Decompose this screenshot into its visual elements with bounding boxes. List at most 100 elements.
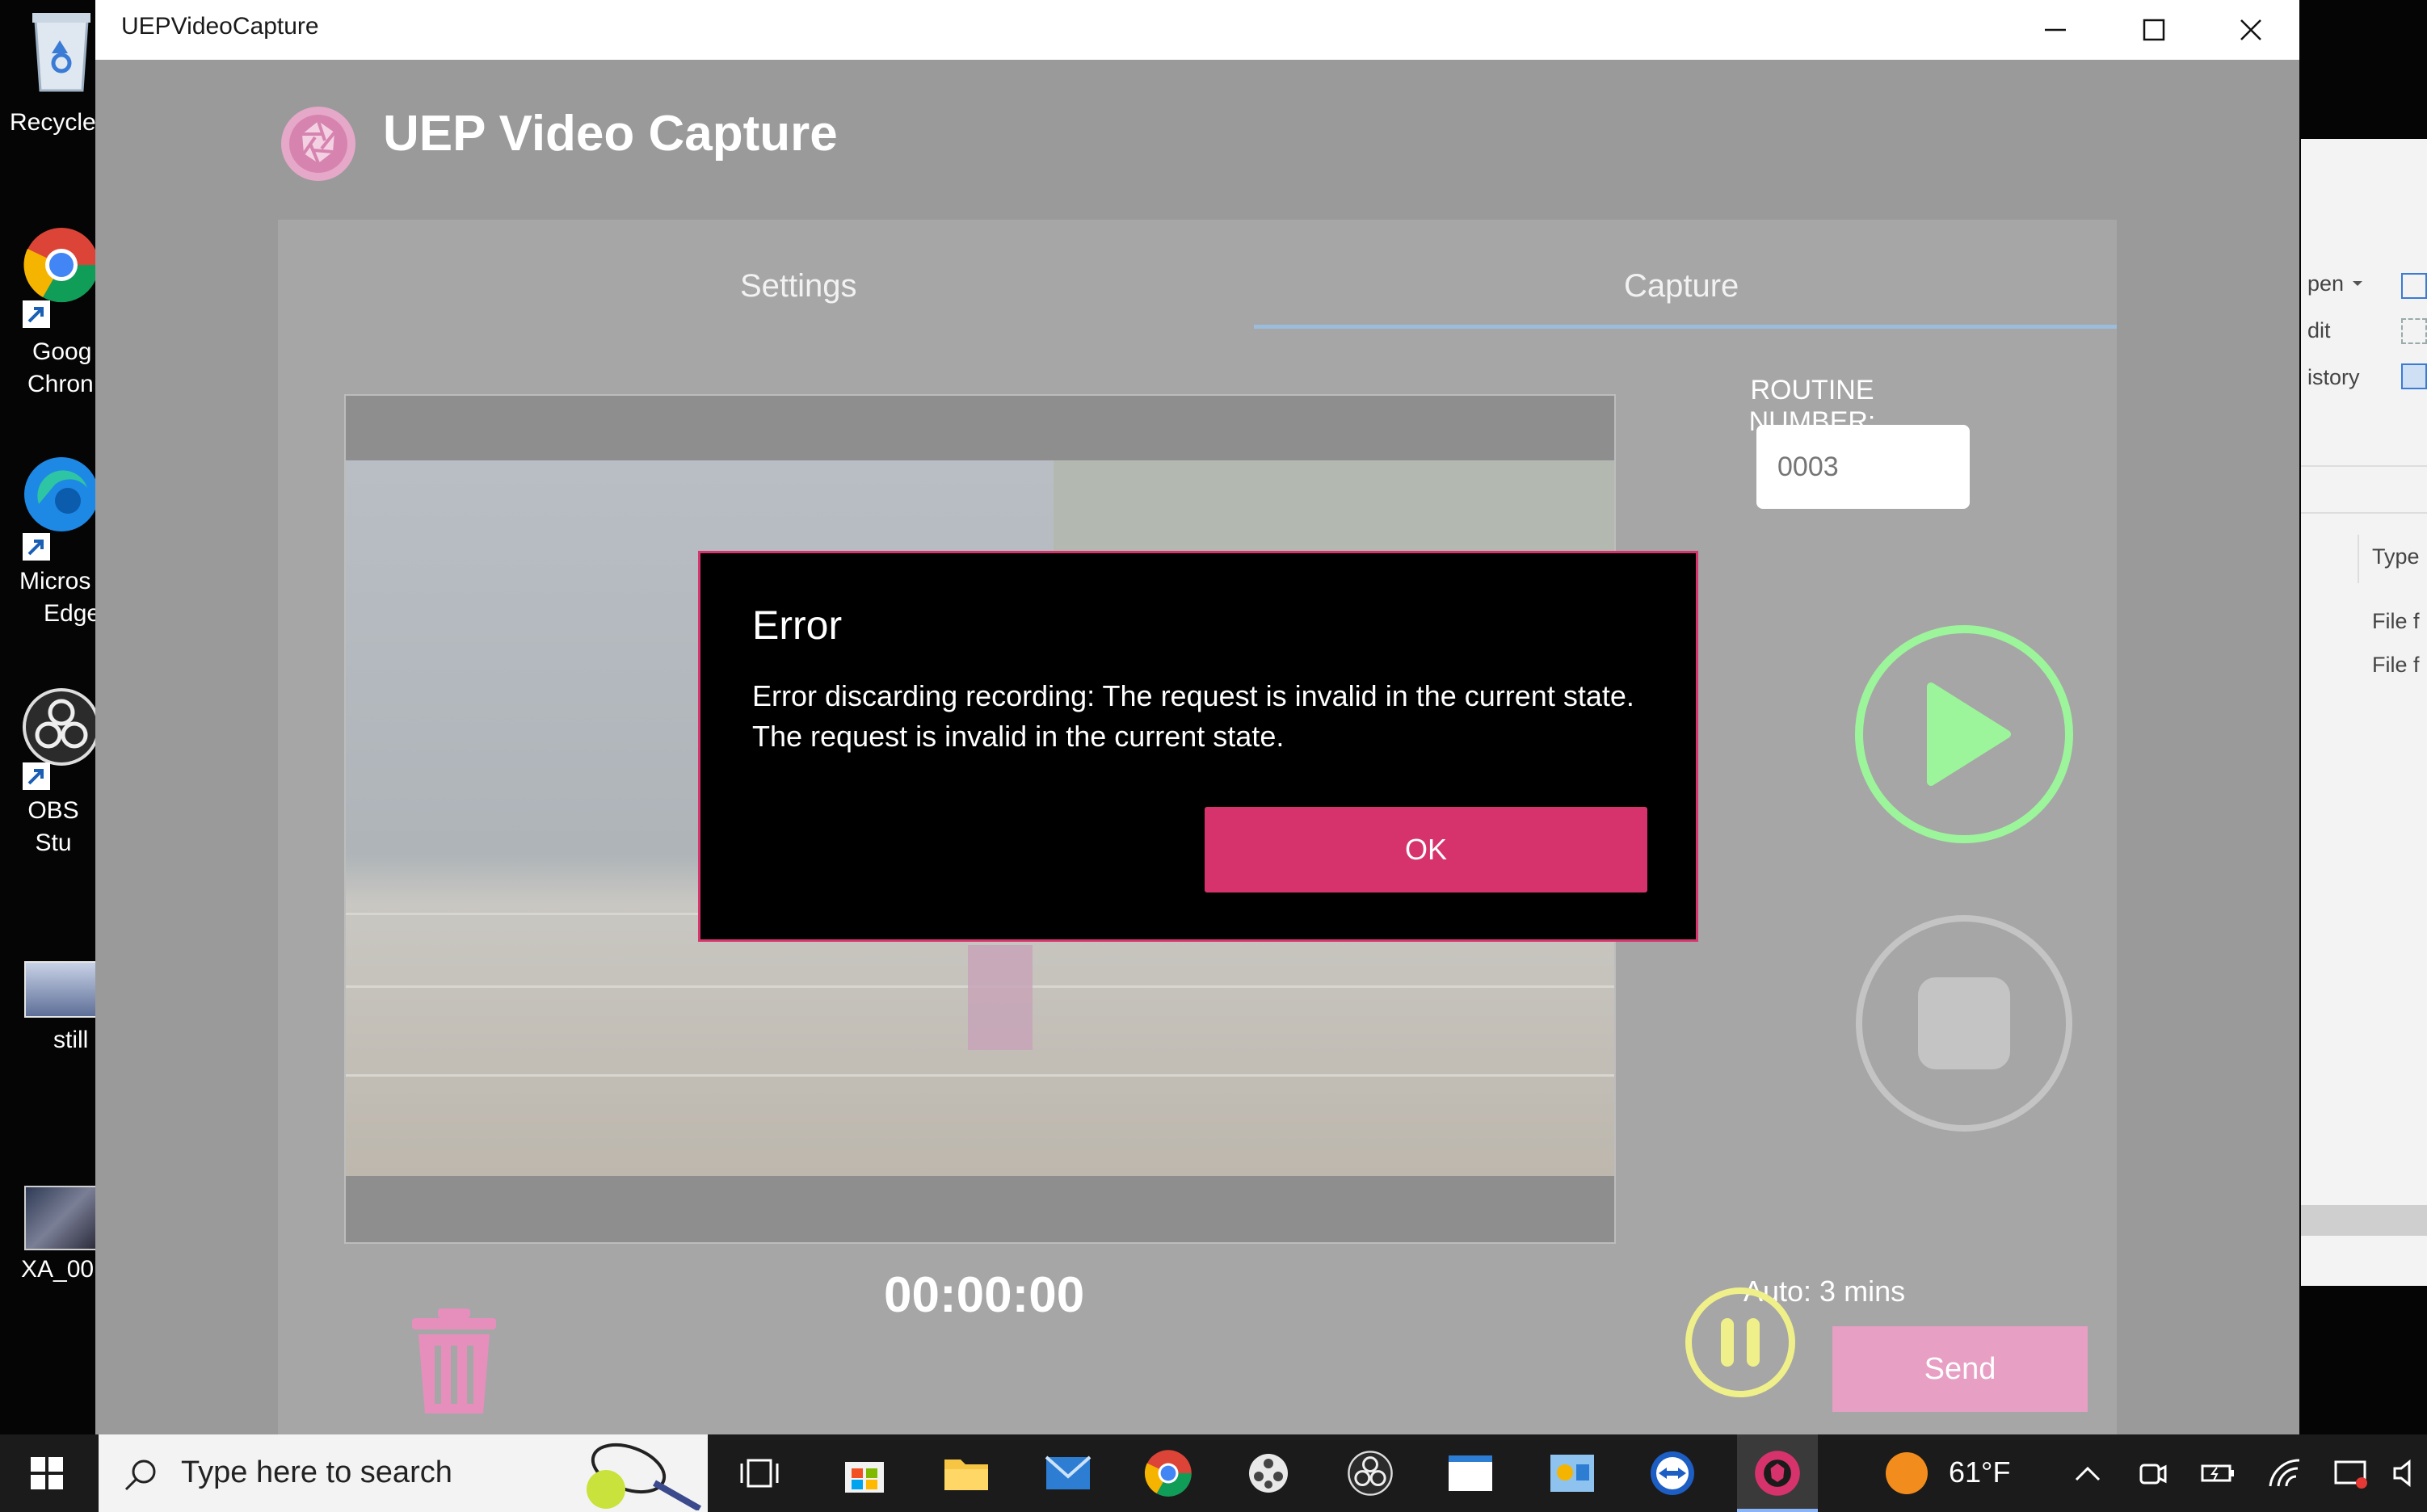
taskbar-control-panel[interactable]: [1540, 1441, 1605, 1506]
sun-icon: [1886, 1452, 1928, 1494]
taskbar-mail[interactable]: [1036, 1441, 1100, 1506]
stop-icon: [1918, 977, 2010, 1069]
minimize-button[interactable]: [2007, 0, 2104, 60]
close-button[interactable]: [2202, 0, 2299, 60]
desktop-icon-recycle-bin[interactable]: Recycle: [0, 0, 97, 145]
desktop-icon-obs[interactable]: OBS Stu: [0, 688, 100, 856]
taskbar-video-editor[interactable]: [1236, 1441, 1301, 1506]
play-button[interactable]: [1853, 624, 2075, 845]
taskbar-uep-video-capture[interactable]: [1737, 1434, 1818, 1512]
divider: [2301, 512, 2427, 514]
ribbon-history-label[interactable]: istory: [2307, 365, 2360, 390]
search-icon: [124, 1460, 156, 1491]
maximize-button[interactable]: [2105, 0, 2202, 60]
window-title: UEPVideoCapture: [121, 13, 319, 40]
meet-now-tray[interactable]: [2120, 1441, 2185, 1506]
shortcut-arrow-icon: [23, 300, 50, 328]
taskbar: Type here to search 61°F: [0, 1434, 2427, 1512]
taskbar-obs[interactable]: [1338, 1441, 1403, 1506]
select-none-icon[interactable]: [2401, 318, 2427, 344]
error-dialog: Error Error discarding recording: The re…: [698, 551, 1698, 942]
battery-icon: [2201, 1464, 2234, 1482]
active-app-underline: [1737, 1509, 1818, 1512]
show-hidden-icons-button[interactable]: [2055, 1441, 2120, 1506]
weather-widget[interactable]: [1874, 1441, 1939, 1506]
desktop-icon-still[interactable]: still: [0, 958, 99, 1063]
desktop-icon-label: Micros: [19, 568, 91, 594]
task-view-button[interactable]: [727, 1441, 792, 1506]
ok-button[interactable]: OK: [1205, 807, 1647, 892]
start-button[interactable]: [0, 1434, 94, 1512]
ribbon-edit-label[interactable]: dit: [2307, 318, 2331, 343]
desktop-icon-edge[interactable]: Micros Edge: [0, 456, 100, 633]
windows-logo-icon: [31, 1457, 63, 1489]
taskbar-teamviewer[interactable]: [1640, 1441, 1705, 1506]
tab-settings[interactable]: Settings: [740, 268, 857, 304]
play-icon: [1927, 682, 2011, 786]
taskbar-microsoft-store[interactable]: [832, 1441, 897, 1506]
tab-capture[interactable]: Capture: [1624, 268, 1739, 304]
title-bar[interactable]: UEPVideoCapture: [95, 0, 2299, 60]
taskbar-file-explorer[interactable]: [934, 1441, 999, 1506]
desktop-icon-video[interactable]: XA_00: [0, 1181, 99, 1286]
dialog-title: Error: [752, 603, 843, 648]
obs-icon: [23, 688, 100, 766]
dancer-legs: [968, 945, 1033, 1050]
network-tray[interactable]: [2252, 1441, 2317, 1506]
invert-selection-icon[interactable]: [2401, 363, 2427, 389]
divider: [2301, 465, 2427, 467]
select-all-icon[interactable]: [2401, 273, 2427, 299]
recording-timer: 00:00:00: [884, 1267, 1085, 1323]
maximize-icon: [2143, 19, 2165, 41]
edge-icon: [24, 457, 99, 531]
ribbon-open-label[interactable]: pen: [2307, 271, 2344, 296]
taskbar-chrome[interactable]: [1136, 1441, 1201, 1506]
horizontal-scrollbar[interactable]: [2301, 1205, 2427, 1236]
store-icon: [845, 1462, 884, 1493]
app-logo-aperture-icon: [1755, 1451, 1800, 1496]
window-app-icon: [1449, 1455, 1492, 1491]
desktop-icon-label: still: [53, 1027, 89, 1053]
chrome-icon: [23, 228, 99, 303]
search-highlight-tennis-icon: [587, 1443, 701, 1510]
folder-icon: [944, 1460, 988, 1490]
column-divider: [2358, 535, 2359, 583]
taskbar-search-box[interactable]: Type here to search: [99, 1434, 708, 1512]
shortcut-arrow-icon: [23, 762, 50, 790]
app-logo-aperture-icon: [281, 107, 355, 181]
shortcut-arrow-icon: [23, 533, 50, 561]
stop-button[interactable]: [1853, 913, 2075, 1134]
video-thumbnail-icon: [24, 1186, 99, 1250]
column-header-type[interactable]: Type: [2372, 544, 2420, 569]
minimize-icon: [2045, 28, 2066, 32]
teamviewer-icon: [1651, 1451, 1694, 1495]
task-view-icon: [740, 1459, 779, 1488]
stage-line: [346, 1074, 1614, 1077]
taskbar-window-app[interactable]: [1438, 1441, 1503, 1506]
send-button[interactable]: Send: [1832, 1326, 2088, 1412]
weather-temperature[interactable]: 61°F: [1949, 1455, 2010, 1489]
desktop-icon-label: Chron: [27, 371, 94, 397]
dialog-message-line: The request is invalid in the current st…: [752, 720, 1285, 753]
volume-tray[interactable]: [2383, 1441, 2427, 1506]
control-panel-icon: [1550, 1455, 1594, 1492]
projector-icon: [2334, 1460, 2367, 1489]
close-icon: [2240, 19, 2261, 40]
desktop-icon-label: OBS Stu: [27, 797, 79, 856]
image-thumbnail-icon: [24, 961, 99, 1018]
dialog-message: Error discarding recording: The request …: [752, 676, 1657, 757]
obs-icon: [1348, 1451, 1393, 1496]
delete-trash-icon[interactable]: [409, 1307, 499, 1417]
routine-number-input[interactable]: [1756, 425, 1970, 509]
pause-button[interactable]: [1684, 1286, 1797, 1399]
chevron-up-icon: [2075, 1466, 2101, 1481]
tab-selection-indicator: [1254, 325, 2117, 329]
battery-tray[interactable]: [2186, 1441, 2251, 1506]
dropdown-arrow-icon: [2353, 281, 2362, 286]
search-placeholder: Type here to search: [181, 1455, 452, 1489]
file-type-cell: File f: [2372, 653, 2420, 677]
background-explorer-window: pen dit istory Type File f File f: [2301, 139, 2427, 1286]
display-tray[interactable]: [2320, 1441, 2385, 1506]
app-title: UEP Video Capture: [383, 106, 838, 162]
desktop-icon-chrome[interactable]: Goog Chron: [0, 226, 99, 404]
